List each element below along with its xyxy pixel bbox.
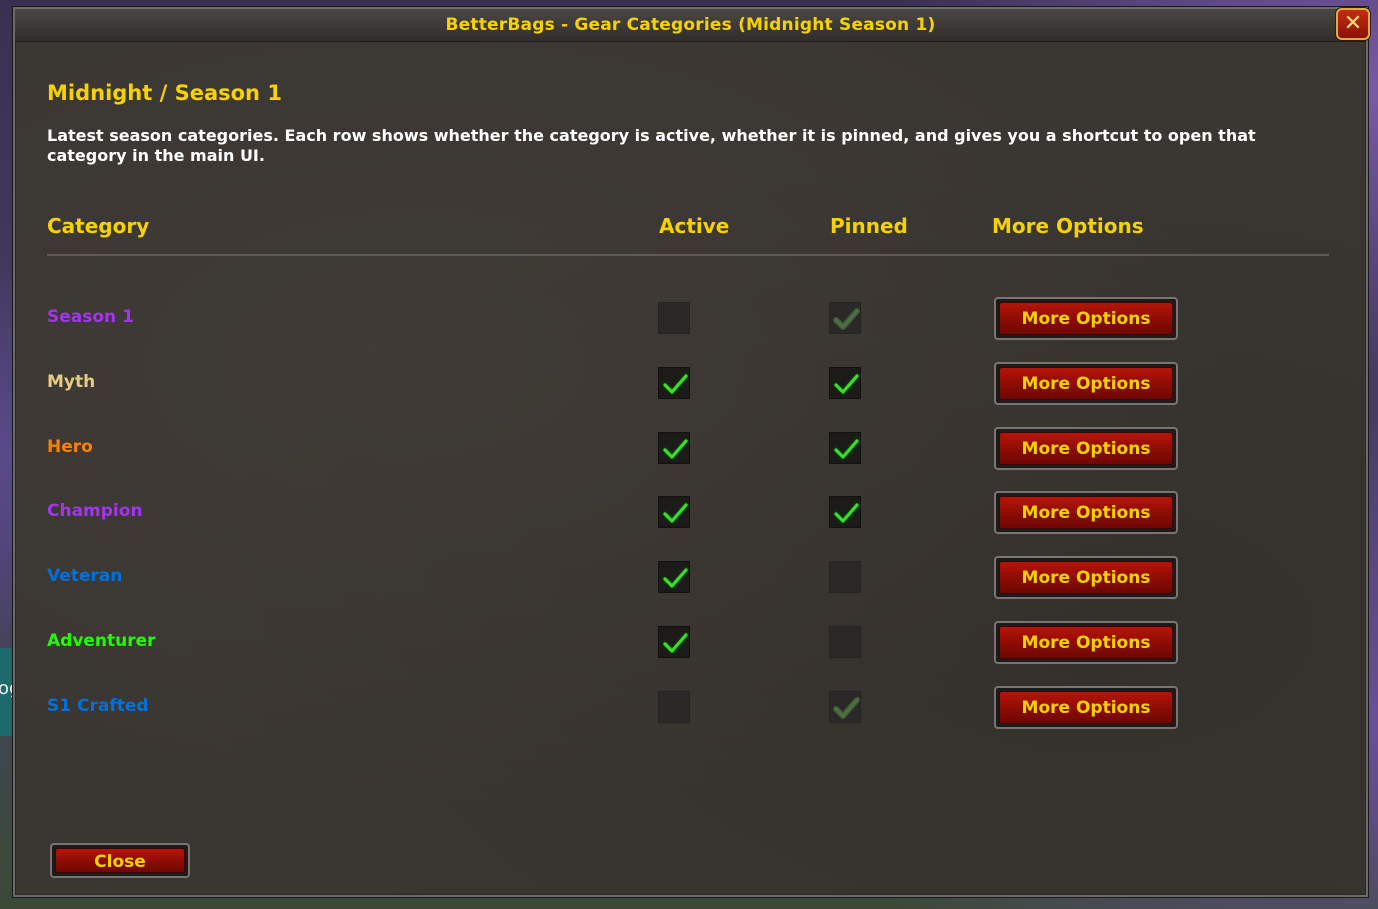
- checkmark-icon: [662, 438, 689, 460]
- gear-categories-window: BetterBags - Gear Categories (Midnight S…: [13, 7, 1370, 897]
- more-options-button-label: More Options: [999, 496, 1173, 529]
- pinned-checkbox[interactable]: [829, 432, 861, 464]
- more-options-button[interactable]: More Options: [994, 427, 1178, 470]
- active-checkbox[interactable]: [658, 302, 690, 334]
- active-checkbox[interactable]: [658, 432, 690, 464]
- pinned-checkbox[interactable]: [829, 367, 861, 399]
- pinned-checkbox[interactable]: [829, 302, 861, 334]
- category-label: Hero: [47, 437, 93, 457]
- more-options-button[interactable]: More Options: [994, 621, 1178, 664]
- more-options-button-label: More Options: [999, 302, 1173, 335]
- more-options-button-label: More Options: [999, 626, 1173, 659]
- checkmark-icon: [833, 308, 860, 330]
- active-checkbox[interactable]: [658, 561, 690, 593]
- category-label: Season 1: [47, 307, 134, 327]
- category-label: Champion: [47, 501, 143, 521]
- more-options-button[interactable]: More Options: [994, 556, 1178, 599]
- more-options-button[interactable]: More Options: [994, 362, 1178, 405]
- checkmark-icon: [662, 502, 689, 524]
- pinned-checkbox[interactable]: [829, 691, 861, 723]
- column-header-active: Active: [659, 214, 730, 238]
- header-divider: [47, 254, 1329, 256]
- column-header-more-options: More Options: [992, 214, 1144, 238]
- checkmark-icon: [833, 373, 860, 395]
- more-options-button[interactable]: More Options: [994, 297, 1178, 340]
- more-options-button-label: More Options: [999, 691, 1173, 724]
- checkmark-icon: [662, 373, 689, 395]
- checkmark-icon: [833, 502, 860, 524]
- checkmark-icon: [833, 697, 860, 719]
- close-button[interactable]: Close: [50, 843, 190, 878]
- close-icon[interactable]: ✕: [1336, 8, 1370, 40]
- more-options-button[interactable]: More Options: [994, 686, 1178, 729]
- checkmark-icon: [833, 438, 860, 460]
- active-checkbox[interactable]: [658, 496, 690, 528]
- category-label: Veteran: [47, 566, 123, 586]
- close-button-label: Close: [55, 848, 185, 873]
- category-label: Myth: [47, 372, 96, 392]
- title-bar[interactable]: BetterBags - Gear Categories (Midnight S…: [15, 8, 1370, 42]
- pinned-checkbox[interactable]: [829, 496, 861, 528]
- more-options-button[interactable]: More Options: [994, 491, 1178, 534]
- more-options-button-label: More Options: [999, 367, 1173, 400]
- checkmark-icon: [662, 567, 689, 589]
- checkmark-icon: [662, 632, 689, 654]
- column-header-pinned: Pinned: [830, 214, 908, 238]
- pinned-checkbox[interactable]: [829, 626, 861, 658]
- more-options-button-label: More Options: [999, 432, 1173, 465]
- window-title: BetterBags - Gear Categories (Midnight S…: [445, 15, 936, 35]
- category-label: S1 Crafted: [47, 696, 149, 716]
- active-checkbox[interactable]: [658, 626, 690, 658]
- category-label: Adventurer: [47, 631, 156, 651]
- more-options-button-label: More Options: [999, 561, 1173, 594]
- pinned-checkbox[interactable]: [829, 561, 861, 593]
- column-header-category: Category: [47, 214, 150, 238]
- section-description: Latest season categories. Each row shows…: [47, 126, 1256, 165]
- background-ui-fragment: og: [0, 648, 20, 736]
- section-heading: Midnight / Season 1: [47, 81, 282, 105]
- active-checkbox[interactable]: [658, 691, 690, 723]
- active-checkbox[interactable]: [658, 367, 690, 399]
